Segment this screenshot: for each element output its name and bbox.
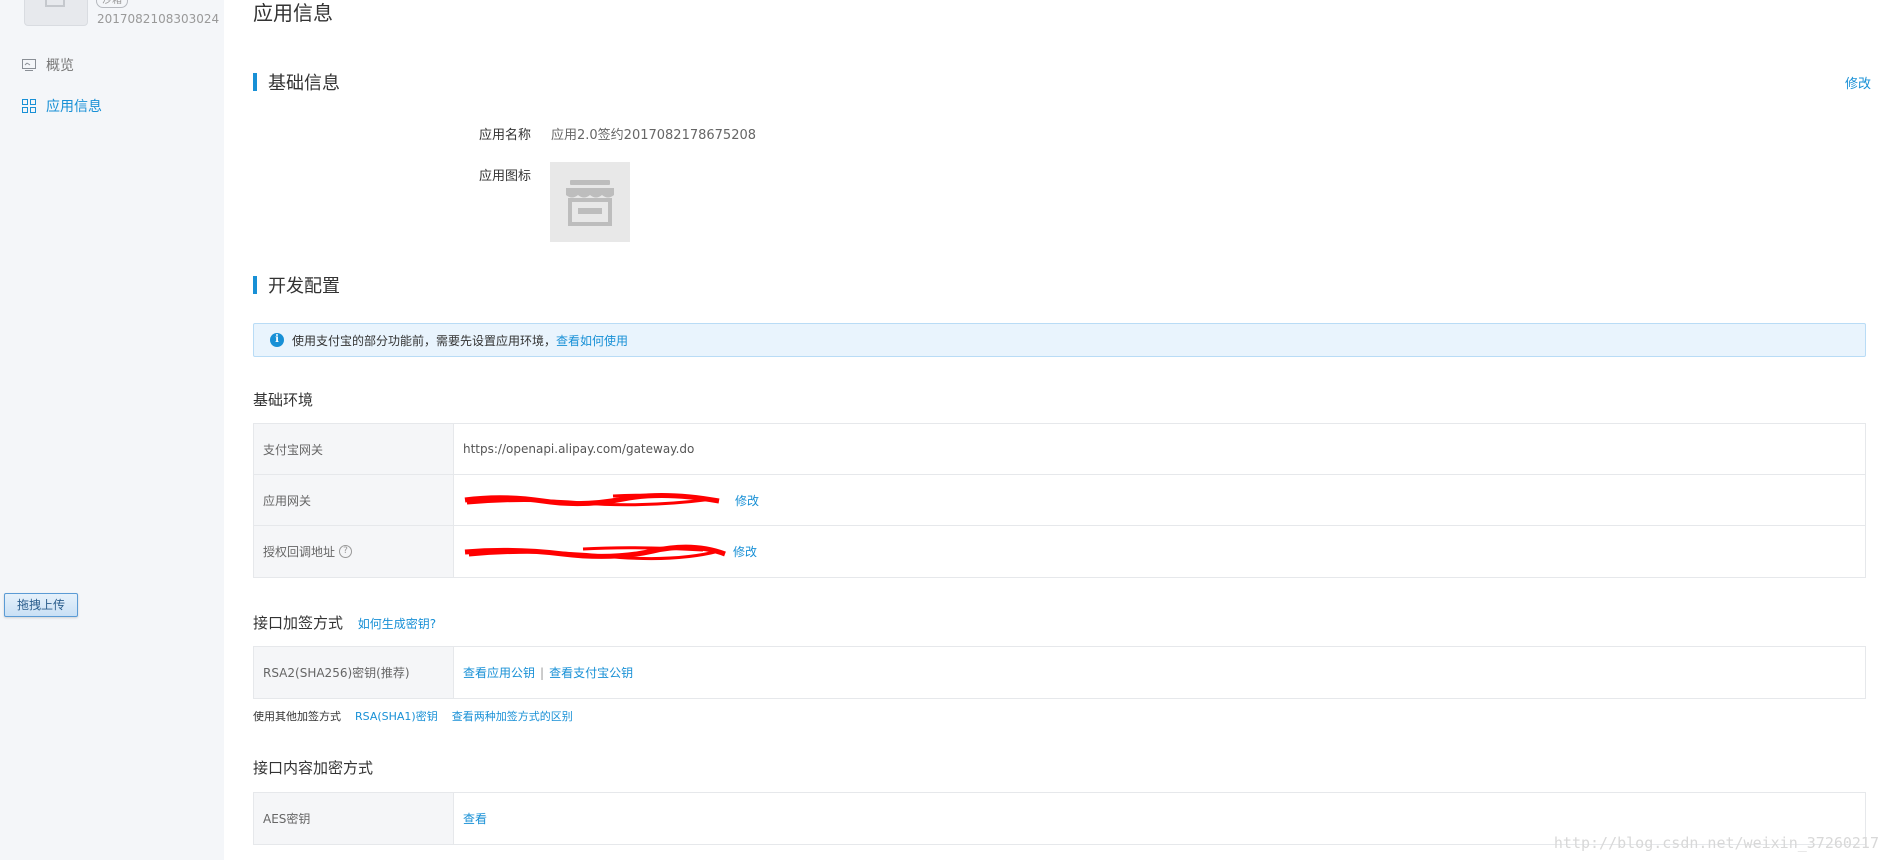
row-value: 修改	[454, 526, 1865, 577]
app-id: 2017082108303024	[97, 12, 220, 26]
signing-title: 接口加签方式 如何生成密钥?	[253, 612, 436, 633]
table-row: RSA2(SHA256)密钥(推荐) 查看应用公钥 | 查看支付宝公钥	[254, 647, 1865, 698]
app-name-value: 应用2.0签约2017082178675208	[551, 128, 757, 143]
storefront-icon	[566, 180, 614, 226]
redacted-scribble	[464, 544, 726, 560]
rsa-sha1-key-link[interactable]: RSA(SHA1)密钥	[355, 708, 438, 724]
grid-icon	[22, 99, 36, 113]
sidebar: 沙箱 2017082108303024 概览 应用信息	[0, 0, 224, 860]
nav-item-overview[interactable]: 概览	[22, 55, 74, 75]
gateway-url: https://openapi.alipay.com/gateway.do	[463, 442, 695, 456]
env-badge: 沙箱	[96, 0, 128, 8]
row-key: AES密钥	[254, 793, 454, 844]
notice-text: 使用支付宝的部分功能前，需要先设置应用环境，	[292, 333, 557, 348]
section-marker	[253, 276, 257, 294]
subsection-title: 接口内容加密方式	[253, 759, 374, 777]
app-icon	[550, 162, 630, 242]
row-key: 支付宝网关	[254, 424, 454, 474]
table-row: 授权回调地址 ? 修改	[254, 526, 1865, 577]
basic-env-title: 基础环境	[253, 389, 313, 410]
main-content: 应用信息 基础信息 修改 应用名称 应用2.0签约201708217867520…	[253, 0, 1871, 860]
row-key: RSA2(SHA256)密钥(推荐)	[254, 647, 454, 698]
encryption-title: 接口内容加密方式	[253, 757, 373, 778]
section-marker	[253, 73, 257, 91]
compare-signing-methods-link[interactable]: 查看两种加签方式的区别	[452, 708, 573, 724]
nav-label: 应用信息	[46, 99, 102, 115]
notice-link[interactable]: 查看如何使用	[556, 332, 628, 349]
view-app-public-key-link[interactable]: 查看应用公钥	[463, 664, 535, 681]
monitor-icon	[22, 59, 36, 71]
app-thumbnail	[24, 0, 88, 26]
nav-item-app-info[interactable]: 应用信息	[22, 96, 102, 116]
row-key: 应用网关	[254, 475, 454, 525]
row-value: https://openapi.alipay.com/gateway.do	[454, 424, 1865, 474]
section-dev-config: 开发配置	[253, 272, 340, 298]
app-name-label: 应用名称	[479, 128, 532, 143]
row-key-label: 授权回调地址	[263, 545, 336, 559]
drag-upload-button[interactable]: 拖拽上传	[4, 593, 78, 617]
row-value: 修改	[454, 475, 1865, 525]
signing-table: RSA2(SHA256)密钥(推荐) 查看应用公钥 | 查看支付宝公钥	[253, 646, 1866, 699]
table-row: 应用网关 修改	[254, 475, 1865, 526]
alt-signing-label: 使用其他加签方式	[253, 710, 341, 723]
info-icon: i	[270, 333, 284, 347]
nav-label: 概览	[46, 58, 74, 74]
basic-env-table: 支付宝网关 https://openapi.alipay.com/gateway…	[253, 423, 1866, 578]
how-to-generate-key-link[interactable]: 如何生成密钥?	[358, 617, 436, 631]
store-icon	[45, 0, 65, 7]
app-icon-label: 应用图标	[479, 169, 532, 184]
row-value: 查看应用公钥 | 查看支付宝公钥	[454, 647, 1865, 698]
env-notice: i 使用支付宝的部分功能前，需要先设置应用环境， 查看如何使用	[253, 323, 1866, 357]
help-icon[interactable]: ?	[339, 545, 353, 558]
edit-app-gateway-link[interactable]: 修改	[735, 492, 759, 509]
table-row: 支付宝网关 https://openapi.alipay.com/gateway…	[254, 424, 1865, 475]
redacted-scribble	[464, 492, 720, 507]
page-title: 应用信息	[253, 1, 333, 25]
row-key: 授权回调地址 ?	[254, 526, 454, 577]
section-title: 开发配置	[268, 276, 340, 297]
edit-callback-url-link[interactable]: 修改	[733, 543, 757, 560]
link-separator: |	[540, 665, 545, 680]
section-title: 基础信息	[268, 73, 340, 94]
section-basic-info: 基础信息	[253, 69, 340, 95]
view-aes-key-link[interactable]: 查看	[463, 810, 487, 827]
subsection-title: 基础环境	[253, 391, 314, 409]
alt-signing-row: 使用其他加签方式 RSA(SHA1)密钥 查看两种加签方式的区别	[253, 708, 573, 724]
subsection-title: 接口加签方式	[253, 614, 344, 632]
view-alipay-public-key-link[interactable]: 查看支付宝公钥	[549, 664, 633, 681]
watermark: http://blog.csdn.net/weixin_37260217	[1553, 834, 1879, 852]
edit-basic-info-link[interactable]: 修改	[1845, 73, 1871, 92]
